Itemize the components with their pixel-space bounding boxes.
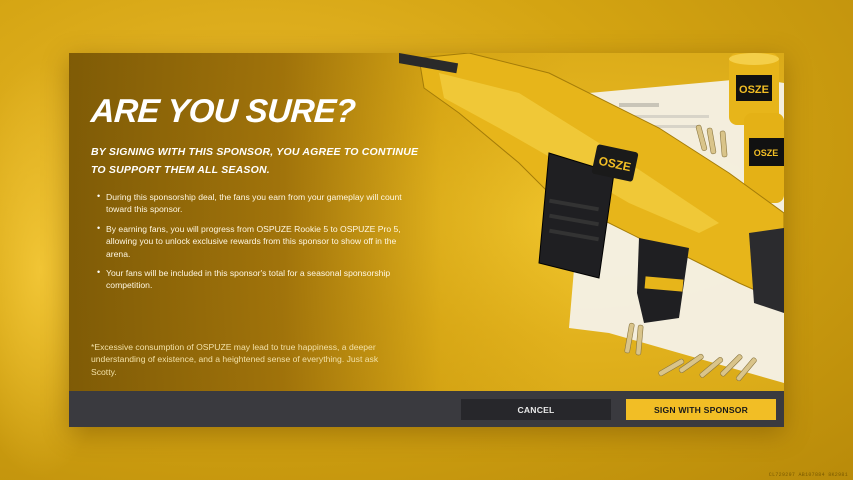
- terms-list: • During this sponsorship deal, the fans …: [91, 191, 421, 292]
- bullet-icon: •: [97, 222, 101, 233]
- dialog-title: ARE YOU SURE?: [89, 92, 357, 129]
- list-item-text: During this sponsorship deal, the fans y…: [106, 192, 402, 215]
- build-code: CL729297 AB107884 8K2981: [768, 472, 848, 478]
- bullet-icon: •: [97, 267, 101, 278]
- list-item: • Your fans will be included in this spon…: [97, 267, 421, 292]
- list-item: • By earning fans, you will progress from…: [97, 223, 421, 260]
- dialog-content: ARE YOU SURE? BY SIGNING WITH THIS SPONS…: [89, 92, 421, 299]
- cancel-button[interactable]: CANCEL: [461, 399, 611, 420]
- sponsor-rifle-artwork: OSZE OSZE OSZE: [399, 53, 784, 383]
- dialog-footer: CANCEL SIGN WITH SPONSOR: [69, 391, 784, 427]
- svg-text:OSZE: OSZE: [754, 148, 779, 158]
- paper-line: [619, 103, 659, 107]
- dialog-subtitle: BY SIGNING WITH THIS SPONSOR, YOU AGREE …: [91, 146, 419, 176]
- bullet-icon: •: [97, 191, 101, 201]
- disclaimer-text: *Excessive consumption of OSPUZE may lea…: [91, 342, 379, 377]
- list-item-text: By earning fans, you will progress from …: [106, 223, 401, 259]
- list-item-text: Your fans will be included in this spons…: [106, 268, 391, 291]
- sponsor-confirm-dialog: OSZE OSZE OSZE ARE YOU SURE? BY SIGNING …: [69, 53, 784, 427]
- sign-with-sponsor-button[interactable]: SIGN WITH SPONSOR: [626, 399, 776, 420]
- list-item: • During this sponsorship deal, the fans …: [97, 191, 421, 216]
- svg-text:OSZE: OSZE: [739, 84, 769, 96]
